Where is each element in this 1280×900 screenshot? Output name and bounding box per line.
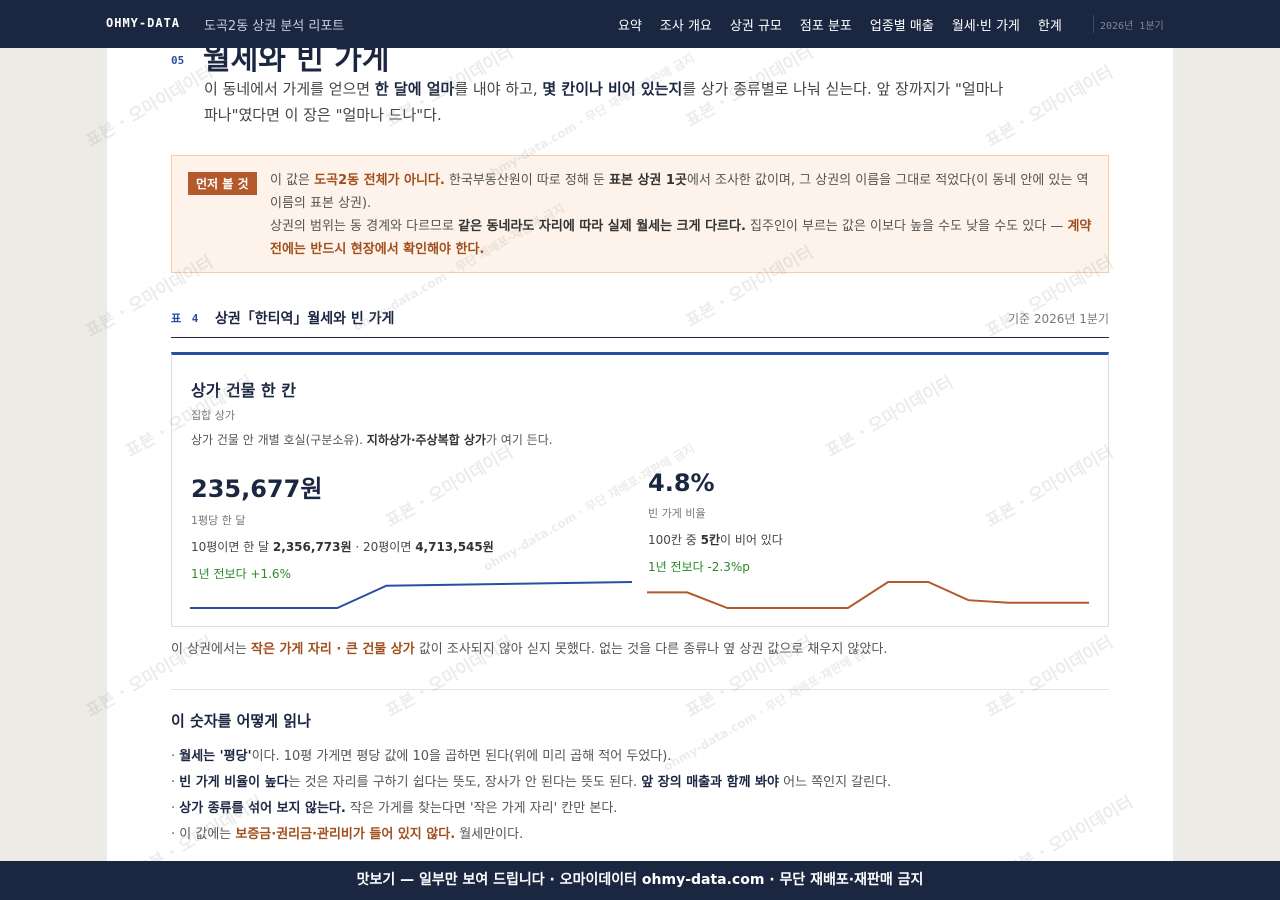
card-subtitle: 집합 상가 bbox=[191, 409, 235, 422]
brand-logo[interactable]: OHMY-DATA bbox=[106, 16, 180, 30]
nav-item-rent[interactable]: 월세·빈 가게 bbox=[952, 15, 1020, 34]
nav-item-scale[interactable]: 상권 규모 bbox=[730, 15, 782, 34]
list-item: · 상가 종류를 섞어 보지 않는다. 작은 가게를 찾는다면 '작은 가게 자… bbox=[171, 801, 618, 816]
rent-label: 1평당 한 달 bbox=[191, 514, 246, 527]
list-item: · 월세는 '평당'이다. 10평 가게면 평당 값에 10을 곱하면 된다(위… bbox=[171, 749, 672, 764]
rent-sparkline bbox=[190, 581, 633, 609]
vacancy-sparkline bbox=[647, 581, 1089, 609]
nav-item-stores[interactable]: 점포 분포 bbox=[800, 15, 852, 34]
rent-card: 상가 건물 한 칸 집합 상가 상가 건물 안 개별 호실(구분소유). 지하상… bbox=[171, 352, 1109, 627]
how-to-read-title: 이 숫자를 어떻게 읽나 bbox=[171, 712, 311, 730]
nav-item-summary[interactable]: 요약 bbox=[618, 15, 642, 34]
section-title: 월세와 빈 가게 bbox=[203, 48, 390, 77]
sparkline-series bbox=[647, 581, 1089, 609]
table-rule bbox=[171, 337, 1109, 338]
list-item: · 빈 가게 비율이 높다는 것은 자리를 구하기 쉽다는 뜻도, 장사가 안 … bbox=[171, 775, 892, 790]
table-label: 표 4 bbox=[171, 312, 201, 325]
notice-text: 이 값은 도곡2동 전체가 아니다. 한국부동산원이 따로 정해 둔 표본 상권… bbox=[270, 173, 1092, 257]
section-divider bbox=[171, 689, 1109, 690]
report-title: 도곡2동 상권 분석 리포트 bbox=[204, 19, 345, 34]
vacancy-delta: 1년 전보다 -2.3%p bbox=[648, 560, 750, 574]
notice-badge: 먼저 볼 것 bbox=[188, 172, 257, 195]
how-to-read-list: · 월세는 '평당'이다. 10평 가게면 평당 값에 10을 곱하면 된다(위… bbox=[171, 744, 1111, 848]
nav-divider bbox=[1093, 15, 1094, 33]
vacancy-metric: 4.8% 빈 가게 비율 100칸 중 5칸이 비어 있다 1년 전보다 -2.… bbox=[648, 469, 1098, 575]
nav-item-limits[interactable]: 한계 bbox=[1038, 15, 1062, 34]
vacancy-value: 4.8% bbox=[648, 469, 715, 497]
nav-menu: 요약 조사 개요 상권 규모 점포 분포 업종별 매출 월세·빈 가게 한계 bbox=[618, 15, 1080, 34]
top-nav: OHMY-DATA 도곡2동 상권 분석 리포트 요약 조사 개요 상권 규모 … bbox=[0, 0, 1280, 48]
vacancy-detail: 100칸 중 5칸이 비어 있다 bbox=[648, 533, 783, 547]
table-title: 상권「한티역」월세와 빈 가게 bbox=[215, 311, 395, 327]
nav-item-sales[interactable]: 업종별 매출 bbox=[870, 15, 934, 34]
rent-metric: 235,677원 1평당 한 달 10평이면 한 달 2,356,773원 · … bbox=[191, 469, 641, 582]
section-number: 05 bbox=[171, 54, 185, 67]
preview-banner: 맛보기 — 일부만 보여 드립니다 · 오마이데이터 ohmy-data.com… bbox=[0, 861, 1280, 900]
list-item: · 이 값에는 보증금·권리금·관리비가 들어 있지 않다. 월세만이다. bbox=[171, 827, 524, 842]
rent-detail: 10평이면 한 달 2,356,773원 · 20평이면 4,713,545원 bbox=[191, 540, 494, 554]
vacancy-label: 빈 가게 비율 bbox=[648, 507, 706, 520]
period-label: 2026년 1분기 bbox=[1100, 21, 1164, 32]
table-date: 기준 2026년 1분기 bbox=[1007, 312, 1109, 326]
report-page: 05 월세와 빈 가게 이 동네에서 가게를 얻으면 한 달에 얼마를 내야 하… bbox=[107, 48, 1173, 861]
rent-value: 235,677원 bbox=[191, 475, 323, 503]
card-description: 상가 건물 안 개별 호실(구분소유). 지하상가·주상복합 상가가 여기 든다… bbox=[191, 433, 553, 447]
table-footnote: 이 상권에서는 작은 가게 자리 · 큰 건물 상가 값이 조사되지 않아 싣지… bbox=[171, 642, 888, 657]
sparkline-series bbox=[190, 581, 633, 609]
nav-item-overview[interactable]: 조사 개요 bbox=[660, 15, 712, 34]
notice-box: 먼저 볼 것 이 값은 도곡2동 전체가 아니다. 한국부동산원이 따로 정해 … bbox=[171, 155, 1109, 273]
card-title: 상가 건물 한 칸 bbox=[191, 381, 297, 400]
section-intro: 이 동네에서 가게를 얻으면 한 달에 얼마를 내야 하고, 몇 칸이나 비어 … bbox=[204, 80, 1004, 124]
